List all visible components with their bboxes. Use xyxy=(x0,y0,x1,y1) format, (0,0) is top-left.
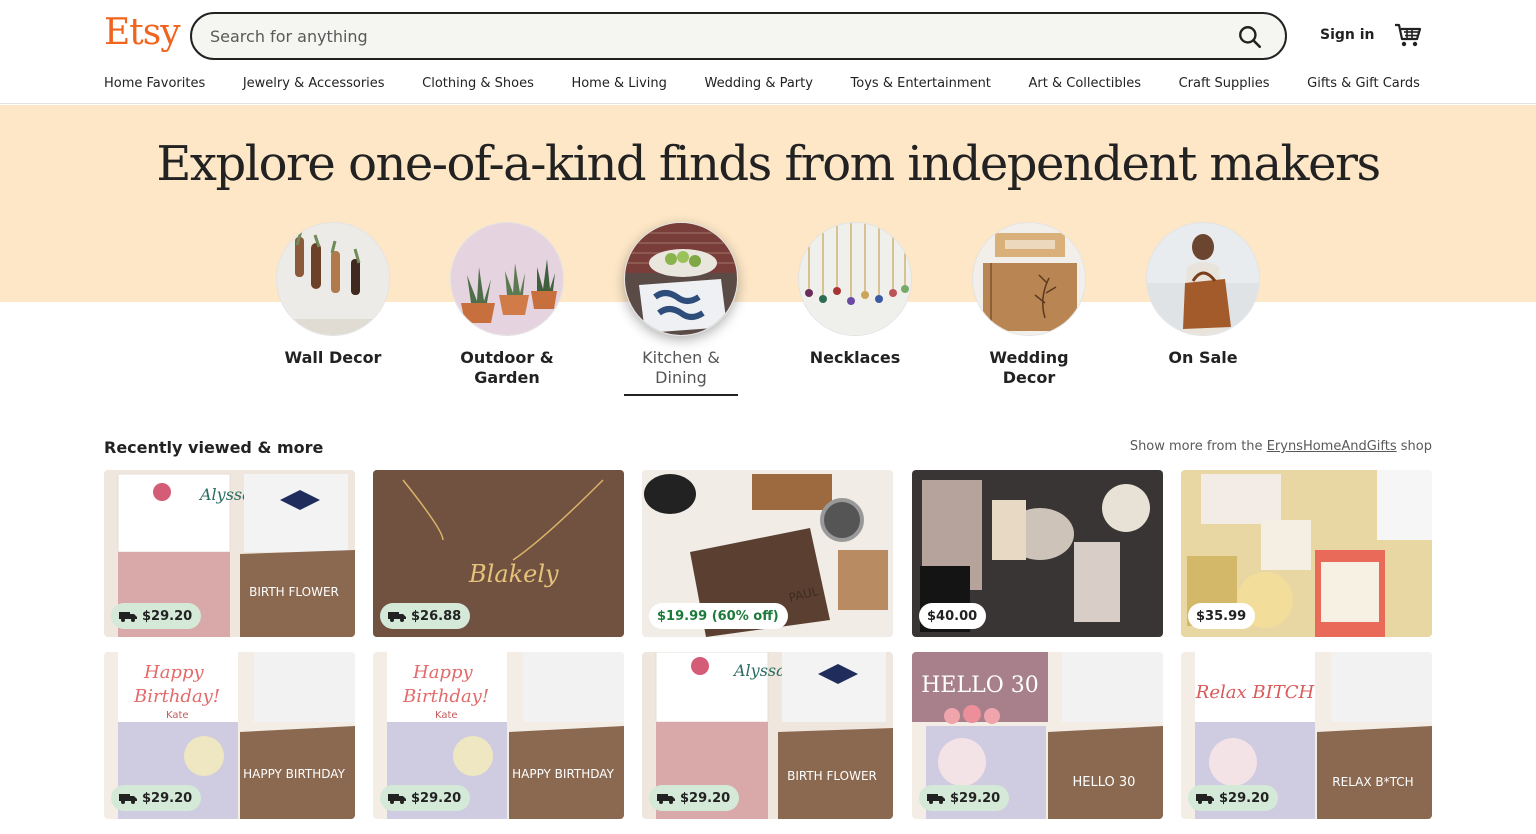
price-badge: $19.99 (60% off) xyxy=(649,603,788,629)
category-image-outdoor-garden xyxy=(450,222,564,336)
category-image-necklaces xyxy=(798,222,912,336)
svg-text:Happy: Happy xyxy=(412,662,473,683)
svg-text:HAPPY BIRTHDAY: HAPPY BIRTHDAY xyxy=(243,767,345,781)
category-image-wall-decor xyxy=(276,222,390,336)
svg-text:Alyssa: Alyssa xyxy=(198,485,252,504)
price-badge: $29.20 xyxy=(1188,785,1279,811)
svg-text:HELLO 30: HELLO 30 xyxy=(921,673,1039,698)
product-card[interactable]: PAUL $19.99 (60% off) xyxy=(642,470,893,637)
category-label: Wedding Decor xyxy=(989,348,1069,387)
nav-wedding-party[interactable]: Wedding & Party xyxy=(704,76,812,96)
truck-icon xyxy=(1196,794,1214,804)
truck-icon xyxy=(119,612,137,622)
price-badge: $40.00 xyxy=(919,603,987,629)
active-category-underline xyxy=(624,394,738,396)
search-icon[interactable] xyxy=(1237,24,1263,50)
svg-text:HAPPY BIRTHDAY: HAPPY BIRTHDAY xyxy=(512,767,614,781)
search-input[interactable] xyxy=(210,24,1190,48)
svg-text:Alyssa: Alyssa xyxy=(732,661,786,680)
nav-home-favorites[interactable]: Home Favorites xyxy=(104,76,205,96)
product-card[interactable]: Happy Birthday! Kate HAPPY BIRTHDAY $29.… xyxy=(373,652,624,819)
category-necklaces[interactable]: Necklaces xyxy=(798,222,912,368)
nav-jewelry-accessories[interactable]: Jewelry & Accessories xyxy=(243,76,385,96)
category-image-wedding-decor xyxy=(972,222,1086,336)
category-label: Wall Decor xyxy=(284,348,382,367)
truck-icon xyxy=(657,794,675,804)
svg-text:Blakely: Blakely xyxy=(468,560,559,588)
product-card[interactable]: Blakely $26.88 xyxy=(373,470,624,637)
svg-text:BIRTH FLOWER: BIRTH FLOWER xyxy=(787,769,877,783)
site-header: Etsy Sign in Home Favorites Jewelry & Ac… xyxy=(0,0,1536,104)
svg-text:RELAX B*TCH: RELAX B*TCH xyxy=(1332,775,1413,789)
category-nav: Home Favorites Jewelry & Accessories Clo… xyxy=(104,76,1420,96)
product-card[interactable]: Alyssa BIRTH FLOWER $29.20 xyxy=(642,652,893,819)
category-label: Outdoor & Garden xyxy=(460,348,554,387)
sign-in-link[interactable]: Sign in xyxy=(1320,27,1375,43)
price-badge: $29.20 xyxy=(649,785,740,811)
etsy-logo[interactable]: Etsy xyxy=(104,12,181,53)
nav-gifts-gift-cards[interactable]: Gifts & Gift Cards xyxy=(1307,76,1420,96)
category-wedding-decor[interactable]: Wedding Decor xyxy=(972,222,1086,388)
price-badge: $35.99 xyxy=(1188,603,1256,629)
price-badge: $29.20 xyxy=(111,603,202,629)
product-card[interactable]: $40.00 xyxy=(912,470,1163,637)
category-wall-decor[interactable]: Wall Decor xyxy=(276,222,390,368)
truck-icon xyxy=(119,794,137,804)
category-image-on-sale xyxy=(1146,222,1260,336)
truck-icon xyxy=(388,612,406,622)
price-badge: $29.20 xyxy=(111,785,202,811)
category-image-kitchen-dining xyxy=(624,222,738,336)
product-card[interactable]: Alyssa BIRTH FLOWER $29.20 xyxy=(104,470,355,637)
svg-text:Kate: Kate xyxy=(166,710,189,721)
search-bar[interactable] xyxy=(190,12,1287,60)
product-card[interactable]: HELLO 30 HELLO 30 $29.20 xyxy=(912,652,1163,819)
category-label: Necklaces xyxy=(809,348,901,367)
category-kitchen-dining[interactable]: Kitchen & Dining xyxy=(624,222,738,396)
product-card[interactable]: $35.99 xyxy=(1181,470,1432,637)
category-label: Kitchen & Dining xyxy=(642,348,720,387)
svg-text:Happy: Happy xyxy=(143,662,204,683)
shop-link[interactable]: ErynsHomeAndGifts xyxy=(1267,439,1397,454)
cart-icon[interactable] xyxy=(1394,22,1422,48)
product-card[interactable]: Happy Birthday! Kate HAPPY BIRTHDAY $29.… xyxy=(104,652,355,819)
section-title: Recently viewed & more xyxy=(104,438,324,457)
category-label: On Sale xyxy=(1168,348,1238,367)
svg-text:Relax BITCH: Relax BITCH xyxy=(1195,682,1315,703)
hero-title: Explore one-of-a-kind finds from indepen… xyxy=(156,136,1381,192)
nav-home-living[interactable]: Home & Living xyxy=(571,76,666,96)
svg-text:Birthday!: Birthday! xyxy=(402,686,489,707)
nav-art-collectibles[interactable]: Art & Collectibles xyxy=(1029,76,1141,96)
category-circles: Wall Decor Outdoor & Garden Kitchen & Di… xyxy=(276,222,1266,402)
price-badge: $26.88 xyxy=(380,603,471,629)
nav-toys-entertainment[interactable]: Toys & Entertainment xyxy=(851,76,991,96)
show-more-shop: Show more from the ErynsHomeAndGifts sho… xyxy=(1129,439,1432,454)
nav-clothing-shoes[interactable]: Clothing & Shoes xyxy=(422,76,534,96)
price-badge: $29.20 xyxy=(919,785,1010,811)
product-card[interactable]: Relax BITCH RELAX B*TCH $29.20 xyxy=(1181,652,1432,819)
truck-icon xyxy=(388,794,406,804)
price-badge: $29.20 xyxy=(380,785,471,811)
category-outdoor-garden[interactable]: Outdoor & Garden xyxy=(450,222,564,388)
truck-icon xyxy=(927,794,945,804)
svg-text:Birthday!: Birthday! xyxy=(133,686,220,707)
svg-text:BIRTH FLOWER: BIRTH FLOWER xyxy=(249,585,339,599)
svg-text:Kate: Kate xyxy=(435,710,458,721)
category-on-sale[interactable]: On Sale xyxy=(1146,222,1260,368)
nav-craft-supplies[interactable]: Craft Supplies xyxy=(1179,76,1270,96)
svg-text:HELLO 30: HELLO 30 xyxy=(1073,775,1136,790)
